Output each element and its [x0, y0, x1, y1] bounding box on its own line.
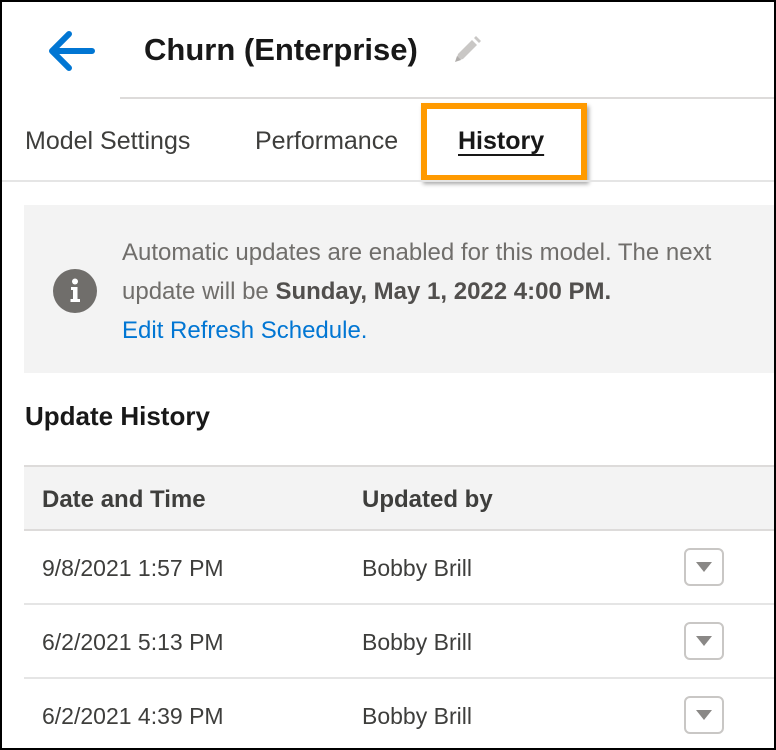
row-actions-button[interactable] — [684, 622, 724, 660]
column-header-updated-by: Updated by — [362, 486, 493, 513]
edit-refresh-schedule-link[interactable]: Edit Refresh Schedule. — [122, 317, 367, 344]
info-icon — [53, 269, 97, 313]
table-header: Date and Time Updated by — [24, 465, 774, 531]
tab-performance[interactable]: Performance — [255, 124, 398, 158]
page-title: Churn (Enterprise) — [144, 32, 418, 67]
app-window: Churn (Enterprise) Model Settings Perfor… — [0, 0, 776, 750]
row-date: 6/2/2021 5:13 PM — [42, 629, 224, 655]
back-button[interactable] — [42, 26, 100, 76]
arrow-left-icon — [49, 31, 95, 71]
row-actions-button[interactable] — [684, 696, 724, 734]
tab-history[interactable]: History — [458, 124, 544, 158]
row-date: 6/2/2021 4:39 PM — [42, 703, 224, 729]
row-user: Bobby Brill — [362, 629, 472, 655]
header-divider — [120, 97, 774, 99]
row-actions-button[interactable] — [684, 548, 724, 586]
update-history-table: Date and Time Updated by 9/8/2021 1:57 P… — [24, 465, 774, 748]
chevron-down-icon — [696, 710, 712, 720]
tab-bar: Model Settings Performance History — [2, 102, 774, 181]
table-row: 6/2/2021 5:13 PM Bobby Brill — [24, 605, 774, 679]
row-user: Bobby Brill — [362, 703, 472, 729]
notice-text: Automatic updates are enabled for this m… — [122, 233, 762, 350]
update-history-heading: Update History — [25, 401, 210, 431]
table-row: 6/2/2021 4:39 PM Bobby Brill — [24, 679, 774, 748]
edit-title-button[interactable] — [450, 35, 484, 67]
column-header-date: Date and Time — [42, 486, 206, 513]
tabs-divider — [2, 180, 774, 182]
chevron-down-icon — [696, 562, 712, 572]
row-user: Bobby Brill — [362, 555, 472, 581]
page-header: Churn (Enterprise) — [2, 2, 774, 99]
tab-model-settings[interactable]: Model Settings — [25, 124, 190, 158]
chevron-down-icon — [696, 636, 712, 646]
next-update-time: Sunday, May 1, 2022 4:00 PM. — [275, 278, 612, 305]
table-row: 9/8/2021 1:57 PM Bobby Brill — [24, 531, 774, 605]
pencil-icon — [455, 36, 481, 62]
auto-update-notice: Automatic updates are enabled for this m… — [24, 205, 774, 373]
row-date: 9/8/2021 1:57 PM — [42, 555, 224, 581]
